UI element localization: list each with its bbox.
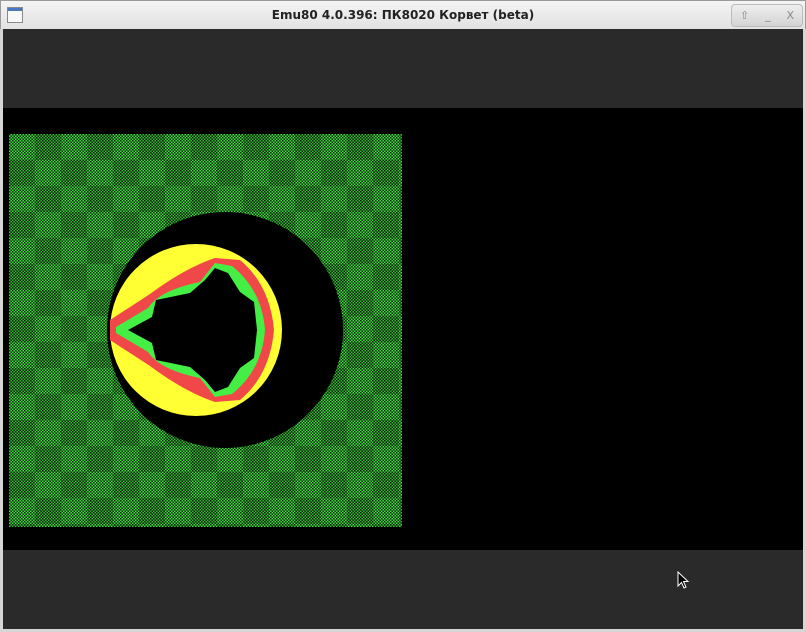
mouse-cursor-icon — [677, 571, 690, 589]
window-title: Emu80 4.0.396: ПК8020 Корвет (beta) — [271, 8, 535, 22]
minimize-button[interactable]: _ — [765, 9, 771, 22]
title-bar[interactable]: Emu80 4.0.396: ПК8020 Корвет (beta) ⇧ _ … — [0, 0, 806, 29]
mandelbrot-fractal — [107, 212, 343, 448]
close-button[interactable]: X — [786, 9, 794, 22]
emulator-screen[interactable] — [3, 108, 803, 550]
window-controls: ⇧ _ X — [731, 4, 803, 27]
maximize-button[interactable]: ⇧ — [740, 9, 749, 22]
emulator-client-area — [3, 29, 803, 629]
